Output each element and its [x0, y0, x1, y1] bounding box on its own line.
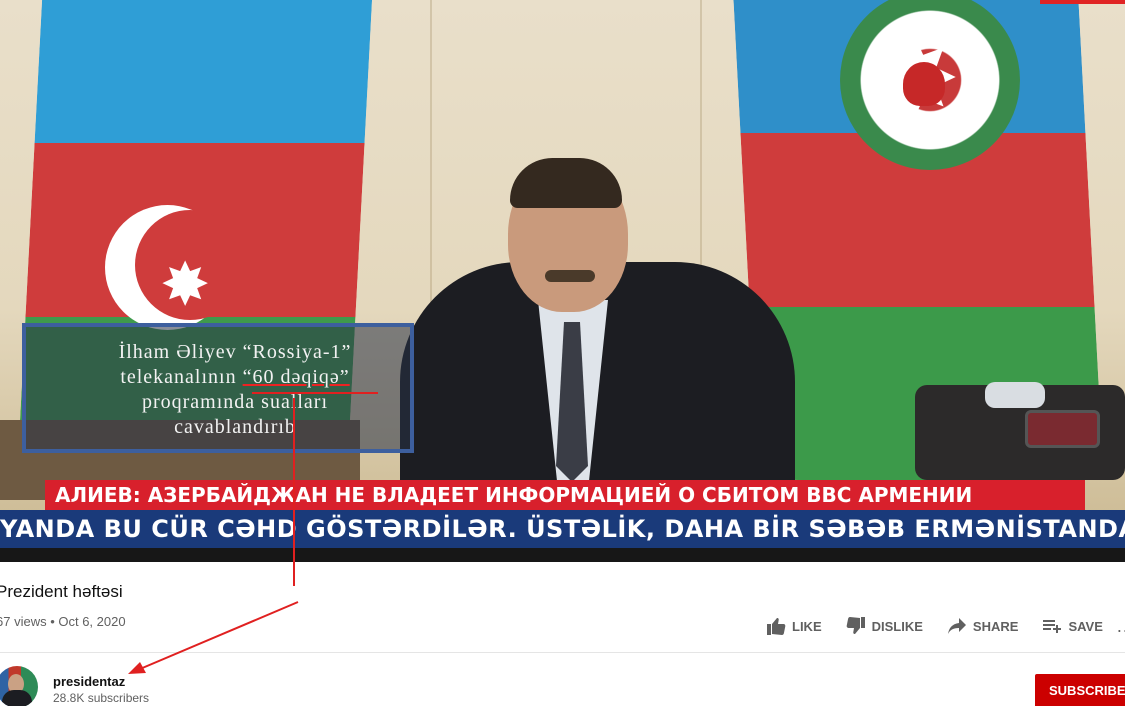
save-button[interactable]: SAVE — [1042, 617, 1103, 635]
caption-line-1: İlham Əliyev “Rossiya-1” — [118, 341, 352, 363]
subscriber-count: 28.8K subscribers — [53, 691, 150, 705]
share-icon — [947, 618, 966, 634]
caption-highlight: “60 dəqiqə” — [242, 366, 350, 388]
video-player[interactable]: ✸ ✸ İlham Əliyev “Rossiya-1” telekanalın… — [0, 0, 1125, 562]
save-label: SAVE — [1068, 618, 1103, 634]
emblem-flame-icon — [903, 62, 945, 106]
speaker-moustache — [545, 270, 595, 282]
thumbs-down-icon — [846, 617, 865, 634]
dislike-button[interactable]: DISLIKE — [846, 617, 923, 635]
like-label: LIKE — [792, 618, 822, 634]
playlist-add-icon — [1043, 620, 1062, 633]
phone-screen — [1025, 410, 1100, 448]
more-actions-button[interactable]: ... — [1117, 616, 1125, 637]
share-label: SHARE — [972, 618, 1019, 634]
speaker-hair — [510, 158, 622, 208]
news-ticker-bottom: YANDA BU CÜR CƏHD GÖSTƏRDİLƏR. ÜSTƏLİK, … — [0, 510, 1125, 548]
caption-line-2: telekanalının “60 dəqiqə” — [70, 365, 400, 390]
live-badge — [1040, 0, 1125, 4]
news-ticker-top: АЛИЕВ: АЗЕРБАЙДЖАН НЕ ВЛАДЕЕТ ИНФОРМАЦИЕ… — [45, 480, 1085, 510]
views-date: 67 views • Oct 6, 2020 — [0, 614, 126, 629]
share-button[interactable]: SHARE — [947, 617, 1019, 635]
caption-line-4: cavablandırıb — [174, 416, 296, 438]
avatar-body — [2, 690, 32, 706]
phone-handset — [985, 382, 1045, 408]
caption-text: İlham Əliyev “Rossiya-1” telekanalının “… — [70, 340, 400, 440]
channel-name[interactable]: presidentaz — [53, 674, 125, 689]
like-button[interactable]: LIKE — [766, 617, 822, 635]
divider — [0, 652, 1125, 653]
dislike-label: DISLIKE — [871, 618, 923, 634]
thumbs-up-icon — [767, 618, 786, 635]
subscribe-button[interactable]: SUBSCRIBE — [1035, 674, 1125, 706]
video-title: Prezident həftəsi — [0, 582, 123, 601]
video-bottom-bar — [0, 548, 1125, 562]
action-bar: LIKE DISLIKE SHARE SAVE ... — [766, 614, 1125, 638]
caption-line-3: proqramında sualları — [141, 391, 329, 413]
channel-avatar[interactable] — [0, 666, 38, 706]
caption-line-2a: telekanalının — [120, 366, 243, 388]
flag-star-icon: ✸ — [160, 251, 211, 318]
